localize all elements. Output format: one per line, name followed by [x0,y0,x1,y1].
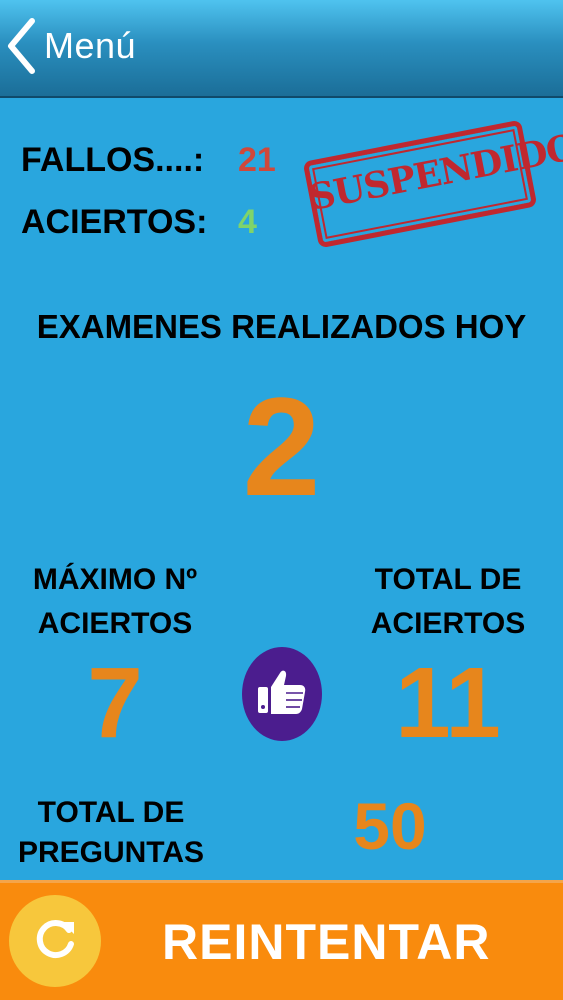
fallos-value: 21 [238,141,276,179]
exams-today-count: 2 [242,368,321,525]
refresh-icon [32,916,78,967]
back-label: Menú [44,25,137,66]
max-aciertos-label-line1: MÁXIMO Nº [32,563,198,596]
retry-button[interactable]: REINTENTAR [162,913,491,971]
total-aciertos-label-line1: TOTAL DE [374,563,522,596]
exams-today-title: EXAMENES REALIZADOS HOY [36,308,527,345]
chevron-left-icon [6,17,36,75]
fallos-label: FALLOS....: [21,141,205,179]
retry-bar: REINTENTAR [0,880,563,1000]
total-preguntas-label-line2: PREGUNTAS [17,836,205,869]
thumbs-up-button[interactable] [242,647,322,741]
thumbs-up-icon [256,667,308,722]
total-aciertos-label-line2: ACIERTOS [370,607,526,640]
retry-icon-button[interactable] [9,895,101,987]
back-button[interactable]: Menú [6,10,176,82]
aciertos-value: 4 [238,203,257,241]
suspendido-stamp: SUSPENDIDO [302,119,563,249]
max-aciertos-value: 7 [87,647,143,759]
navigation-bar: Menú [0,0,563,98]
total-preguntas-value: 50 [353,789,427,863]
total-preguntas-label-line1: TOTAL DE [37,796,185,829]
max-aciertos-label-line2: ACIERTOS [37,607,193,640]
aciertos-label: ACIERTOS: [21,203,208,241]
total-aciertos-value: 11 [395,647,501,759]
